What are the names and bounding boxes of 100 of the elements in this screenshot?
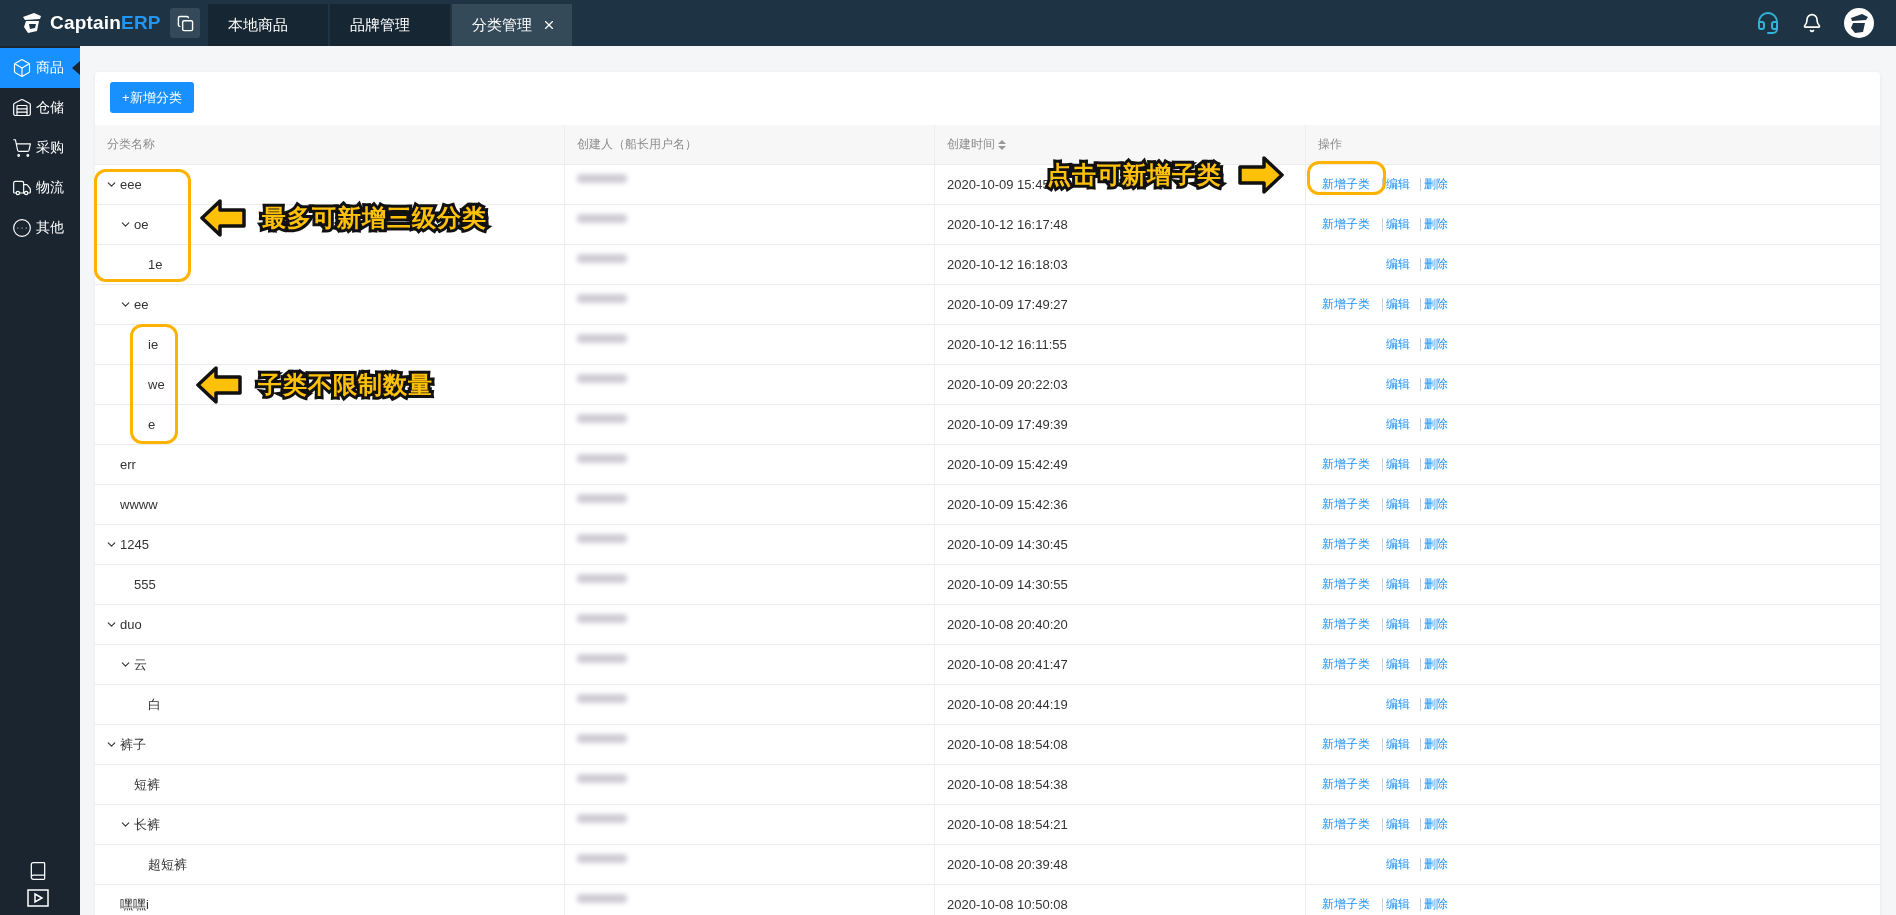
delete-link[interactable]: 删除 [1424, 376, 1454, 393]
sidebar-item[interactable]: 仓储 [0, 88, 80, 128]
add-child-link[interactable]: 新增子类 [1322, 536, 1378, 553]
blurred-text [577, 334, 627, 343]
delete-link[interactable]: 删除 [1424, 456, 1454, 473]
add-child-link[interactable]: 新增子类 [1322, 176, 1378, 193]
add-child-link[interactable]: 新增子类 [1322, 616, 1378, 633]
sidebar-item[interactable]: 采购 [0, 128, 80, 168]
close-icon[interactable] [542, 18, 556, 32]
add-child-link[interactable]: 新增子类 [1322, 656, 1378, 673]
edit-link[interactable]: 编辑 [1386, 536, 1416, 553]
created-time: 2020-10-09 15:42:49 [947, 457, 1068, 472]
delete-link[interactable]: 删除 [1424, 416, 1454, 433]
edit-link[interactable]: 编辑 [1386, 416, 1416, 433]
category-name: ie [148, 337, 159, 352]
add-child-link[interactable]: 新增子类 [1322, 216, 1378, 233]
edit-link[interactable]: 编辑 [1386, 176, 1416, 193]
delete-link[interactable]: 删除 [1424, 176, 1454, 193]
delete-link[interactable]: 删除 [1424, 296, 1454, 313]
category-name: duo [120, 617, 142, 632]
more-icon [12, 218, 32, 238]
column-header: 操作 [1318, 136, 1342, 153]
delete-link[interactable]: 删除 [1424, 216, 1454, 233]
headset-icon[interactable] [1756, 11, 1780, 35]
edit-link[interactable]: 编辑 [1386, 776, 1416, 793]
delete-link[interactable]: 删除 [1424, 736, 1454, 753]
edit-link[interactable]: 编辑 [1386, 736, 1416, 753]
category-name: wwww [120, 497, 158, 512]
created-time: 2020-10-08 20:40:20 [947, 617, 1068, 632]
book-icon[interactable] [28, 861, 48, 881]
edit-link[interactable]: 编辑 [1386, 336, 1416, 353]
edit-link[interactable]: 编辑 [1386, 296, 1416, 313]
delete-link[interactable]: 删除 [1424, 856, 1454, 873]
add-child-link[interactable]: 新增子类 [1322, 896, 1378, 913]
arrow-icon [200, 198, 248, 238]
edit-link[interactable]: 编辑 [1386, 496, 1416, 513]
sidebar-item[interactable]: 物流 [0, 168, 80, 208]
edit-link[interactable]: 编辑 [1386, 856, 1416, 873]
edit-link[interactable]: 编辑 [1386, 816, 1416, 833]
category-name: 嘿嘿i [120, 895, 149, 914]
add-child-link[interactable]: 新增子类 [1322, 576, 1378, 593]
add-child-link[interactable]: 新增子类 [1322, 816, 1378, 833]
edit-link[interactable]: 编辑 [1386, 216, 1416, 233]
delete-link[interactable]: 删除 [1424, 616, 1454, 633]
created-time: 2020-10-12 16:17:48 [947, 217, 1068, 232]
blurred-text [577, 734, 627, 743]
edit-link[interactable]: 编辑 [1386, 456, 1416, 473]
warehouse-icon [12, 98, 32, 118]
edit-link[interactable]: 编辑 [1386, 896, 1416, 913]
annotation-text: 子类不限制数量 [258, 370, 433, 400]
cart-icon [12, 138, 32, 158]
edit-link[interactable]: 编辑 [1386, 616, 1416, 633]
edit-link[interactable]: 编辑 [1386, 256, 1416, 273]
created-time: 2020-10-09 20:22:03 [947, 377, 1068, 392]
page-tab[interactable]: 品牌管理 [330, 4, 450, 46]
avatar[interactable] [1844, 8, 1874, 38]
delete-link[interactable]: 删除 [1424, 496, 1454, 513]
column-header[interactable]: 创建时间 [947, 136, 1006, 153]
bell-icon[interactable] [1802, 13, 1822, 33]
category-name: 短裤 [134, 775, 160, 794]
sidebar-item[interactable]: 商品 [0, 48, 80, 88]
blurred-text [577, 854, 627, 863]
edit-link[interactable]: 编辑 [1386, 376, 1416, 393]
page-tab[interactable]: 本地商品 [208, 4, 328, 46]
page-tab[interactable]: 分类管理 [452, 4, 572, 46]
play-icon[interactable] [27, 889, 49, 907]
add-child-link[interactable]: 新增子类 [1322, 736, 1378, 753]
sort-icon[interactable] [998, 139, 1006, 150]
delete-link[interactable]: 删除 [1424, 816, 1454, 833]
delete-link[interactable]: 删除 [1424, 576, 1454, 593]
add-child-link[interactable]: 新增子类 [1322, 456, 1378, 473]
captain-logo-icon [20, 11, 44, 35]
delete-link[interactable]: 删除 [1424, 696, 1454, 713]
edit-link[interactable]: 编辑 [1386, 576, 1416, 593]
add-child-link[interactable]: 新增子类 [1322, 296, 1378, 313]
edit-link[interactable]: 编辑 [1386, 656, 1416, 673]
created-time: 2020-10-09 15:42:36 [947, 497, 1068, 512]
add-child-link[interactable]: 新增子类 [1322, 496, 1378, 513]
window-toggle-button[interactable] [170, 8, 200, 38]
delete-link[interactable]: 删除 [1424, 256, 1454, 273]
blurred-text [577, 814, 627, 823]
blurred-text [577, 614, 627, 623]
add-child-link[interactable]: 新增子类 [1322, 776, 1378, 793]
blurred-text [577, 494, 627, 503]
delete-link[interactable]: 删除 [1424, 336, 1454, 353]
sidebar-item[interactable]: 其他 [0, 208, 80, 248]
edit-link[interactable]: 编辑 [1386, 696, 1416, 713]
category-name: err [120, 457, 136, 472]
category-name: 长裤 [134, 815, 160, 834]
delete-link[interactable]: 删除 [1424, 776, 1454, 793]
category-name: 1245 [120, 537, 149, 552]
category-name: we [148, 377, 165, 392]
delete-link[interactable]: 删除 [1424, 896, 1454, 913]
delete-link[interactable]: 删除 [1424, 536, 1454, 553]
delete-link[interactable]: 删除 [1424, 656, 1454, 673]
created-time: 2020-10-08 20:44:19 [947, 697, 1068, 712]
add-category-button[interactable]: +新增分类 [110, 82, 194, 113]
column-header: 分类名称 [107, 136, 155, 153]
blurred-text [577, 774, 627, 783]
truck-icon [12, 178, 32, 198]
